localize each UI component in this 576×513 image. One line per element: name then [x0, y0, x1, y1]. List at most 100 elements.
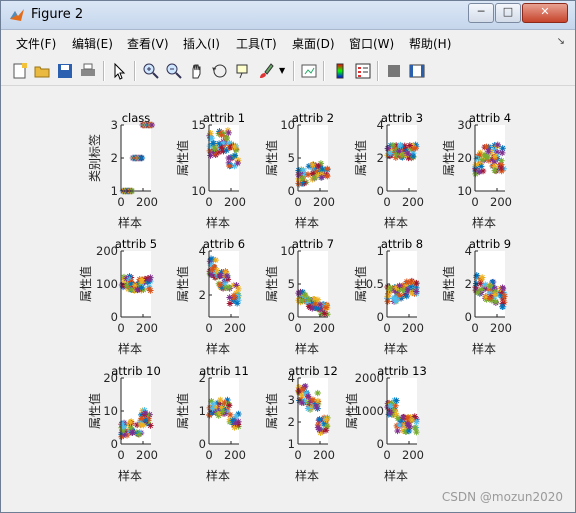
- y-tick-label: 2: [288, 415, 295, 429]
- close-button[interactable]: ✕: [522, 3, 568, 23]
- y-tick-label: 10: [457, 184, 472, 198]
- zoom-in-icon[interactable]: [142, 62, 160, 80]
- y-tick-label: 2: [377, 151, 384, 165]
- menu-edit[interactable]: 编辑(E): [72, 35, 113, 52]
- y-tick-label: 1: [199, 404, 206, 418]
- hide-plot-tools-icon[interactable]: [385, 62, 403, 80]
- data-point: [231, 152, 239, 159]
- title-bar[interactable]: Figure 2 ─ □ ✕: [1, 1, 575, 30]
- x-axis-label: 样本: [384, 341, 408, 356]
- x-axis-label: 样本: [472, 215, 496, 230]
- y-tick-label: 2000: [355, 371, 384, 385]
- zoom-out-icon[interactable]: [165, 62, 183, 80]
- y-tick-label: 10: [103, 404, 118, 418]
- figure-toolbar: ▼: [1, 57, 575, 86]
- y-axis-label: 属性值: [175, 393, 190, 429]
- maximize-icon: □: [502, 5, 514, 18]
- menu-window[interactable]: 窗口(W): [349, 35, 394, 52]
- maximize-button[interactable]: □: [495, 3, 521, 23]
- data-point: [218, 131, 225, 139]
- x-tick-label: 0: [383, 448, 390, 462]
- menu-dock-arrow-icon[interactable]: ↘: [557, 36, 565, 47]
- x-axis-label: 样本: [295, 468, 319, 483]
- subplot-6: attrib 6 2 4 0 200 样本 属性值: [175, 237, 246, 356]
- print-icon[interactable]: [79, 62, 97, 80]
- subplot-7: attrib 705100 200样本属性值: [264, 237, 335, 356]
- y-axis-label: 属性值: [264, 393, 279, 429]
- subplot-10: attrib 10010200 200样本属性值: [87, 364, 161, 483]
- x-tick-label: 0: [294, 195, 301, 209]
- figure-window: Figure 2 ─ □ ✕ 文件(F) 编辑(E) 查看(V) 插入(I) 工…: [0, 0, 576, 513]
- x-tick-label: 0: [471, 321, 478, 335]
- x-tick-label: 0: [383, 195, 390, 209]
- y-tick-label: 5: [288, 151, 295, 165]
- menu-desktop[interactable]: 桌面(D): [292, 35, 335, 52]
- x-tick-label: 200: [224, 448, 246, 462]
- insert-colorbar-icon[interactable]: [331, 62, 349, 80]
- subplot-2: attrib 205100 200样本属性值: [264, 111, 335, 230]
- x-tick-label: 0: [117, 321, 124, 335]
- menu-insert[interactable]: 插入(I): [183, 35, 220, 52]
- x-tick-label: 200: [402, 195, 424, 209]
- data-point: [475, 168, 483, 176]
- insert-legend-icon[interactable]: [354, 62, 372, 80]
- y-tick-label: 20: [103, 371, 118, 385]
- y-axis-label: 类别标签: [87, 134, 102, 182]
- subplot-title: attrib 13: [377, 364, 427, 378]
- subplot-5: attrib 501002000 200样本属性值: [78, 237, 158, 356]
- x-axis-label: 样本: [118, 341, 142, 356]
- y-axis-label: 属性值: [344, 393, 359, 429]
- menu-view[interactable]: 查看(V): [127, 35, 169, 52]
- minimize-button[interactable]: ─: [468, 3, 494, 23]
- menu-bar: 文件(F) 编辑(E) 查看(V) 插入(I) 工具(T) 桌面(D) 窗口(W…: [1, 30, 575, 56]
- open-file-icon[interactable]: [33, 62, 51, 80]
- data-point: [305, 393, 312, 400]
- pan-icon[interactable]: [188, 62, 206, 80]
- y-tick-label: 2: [199, 371, 206, 385]
- y-axis-label: 属性值: [441, 140, 456, 176]
- data-point: [218, 404, 225, 411]
- x-tick-label: 200: [224, 195, 246, 209]
- x-tick-label: 200: [313, 448, 335, 462]
- x-tick-label: 0: [205, 195, 212, 209]
- y-axis-label: 属性值: [264, 140, 279, 176]
- y-tick-label: 1000: [355, 404, 384, 418]
- x-tick-label: 0: [117, 195, 124, 209]
- menu-file[interactable]: 文件(F): [16, 35, 56, 52]
- save-icon[interactable]: [56, 62, 74, 80]
- y-tick-label: 2: [111, 151, 118, 165]
- subplot-title: attrib 7: [292, 237, 334, 251]
- data-cursor-icon[interactable]: [234, 62, 252, 80]
- y-tick-label: 10: [280, 118, 295, 132]
- pointer-icon[interactable]: [111, 62, 129, 80]
- x-axis-label: 样本: [206, 468, 230, 483]
- data-point: [410, 145, 418, 152]
- subplot-9: attrib 90240 200样本属性值: [441, 237, 512, 356]
- subplot-1: attrib 1 10 15 0 200 样本 属性值: [175, 111, 246, 230]
- minimize-icon: ─: [477, 5, 485, 18]
- x-tick-label: 200: [136, 321, 158, 335]
- link-plot-icon[interactable]: [300, 62, 318, 80]
- x-tick-label: 200: [136, 195, 158, 209]
- data-point: [226, 162, 233, 170]
- menu-help[interactable]: 帮助(H): [409, 35, 451, 52]
- menu-tools[interactable]: 工具(T): [236, 35, 277, 52]
- y-tick-label: 20: [457, 151, 472, 165]
- x-tick-label: 0: [294, 321, 301, 335]
- data-point: [316, 416, 323, 423]
- subplot-title: attrib 3: [381, 111, 423, 125]
- figure-canvas[interactable]: class 1 2 3 0 200 样本 类别标签 attrib 1 10 15 0 200 样本 属性值 a…: [7, 87, 569, 507]
- x-tick-label: 0: [471, 195, 478, 209]
- x-axis-label: 样本: [206, 215, 230, 230]
- data-point: [146, 285, 153, 293]
- data-point: [127, 419, 134, 426]
- brush-icon[interactable]: [257, 62, 275, 80]
- y-tick-label: 3: [288, 393, 295, 407]
- show-plot-tools-icon[interactable]: [408, 62, 426, 80]
- new-figure-icon[interactable]: [11, 62, 29, 80]
- subplot-title: attrib 1: [203, 111, 245, 125]
- subplot-title: attrib 6: [203, 237, 245, 251]
- rotate-3d-icon[interactable]: [211, 62, 229, 80]
- y-axis-label: 属性值: [175, 140, 190, 176]
- y-axis-label: 属性值: [353, 266, 368, 302]
